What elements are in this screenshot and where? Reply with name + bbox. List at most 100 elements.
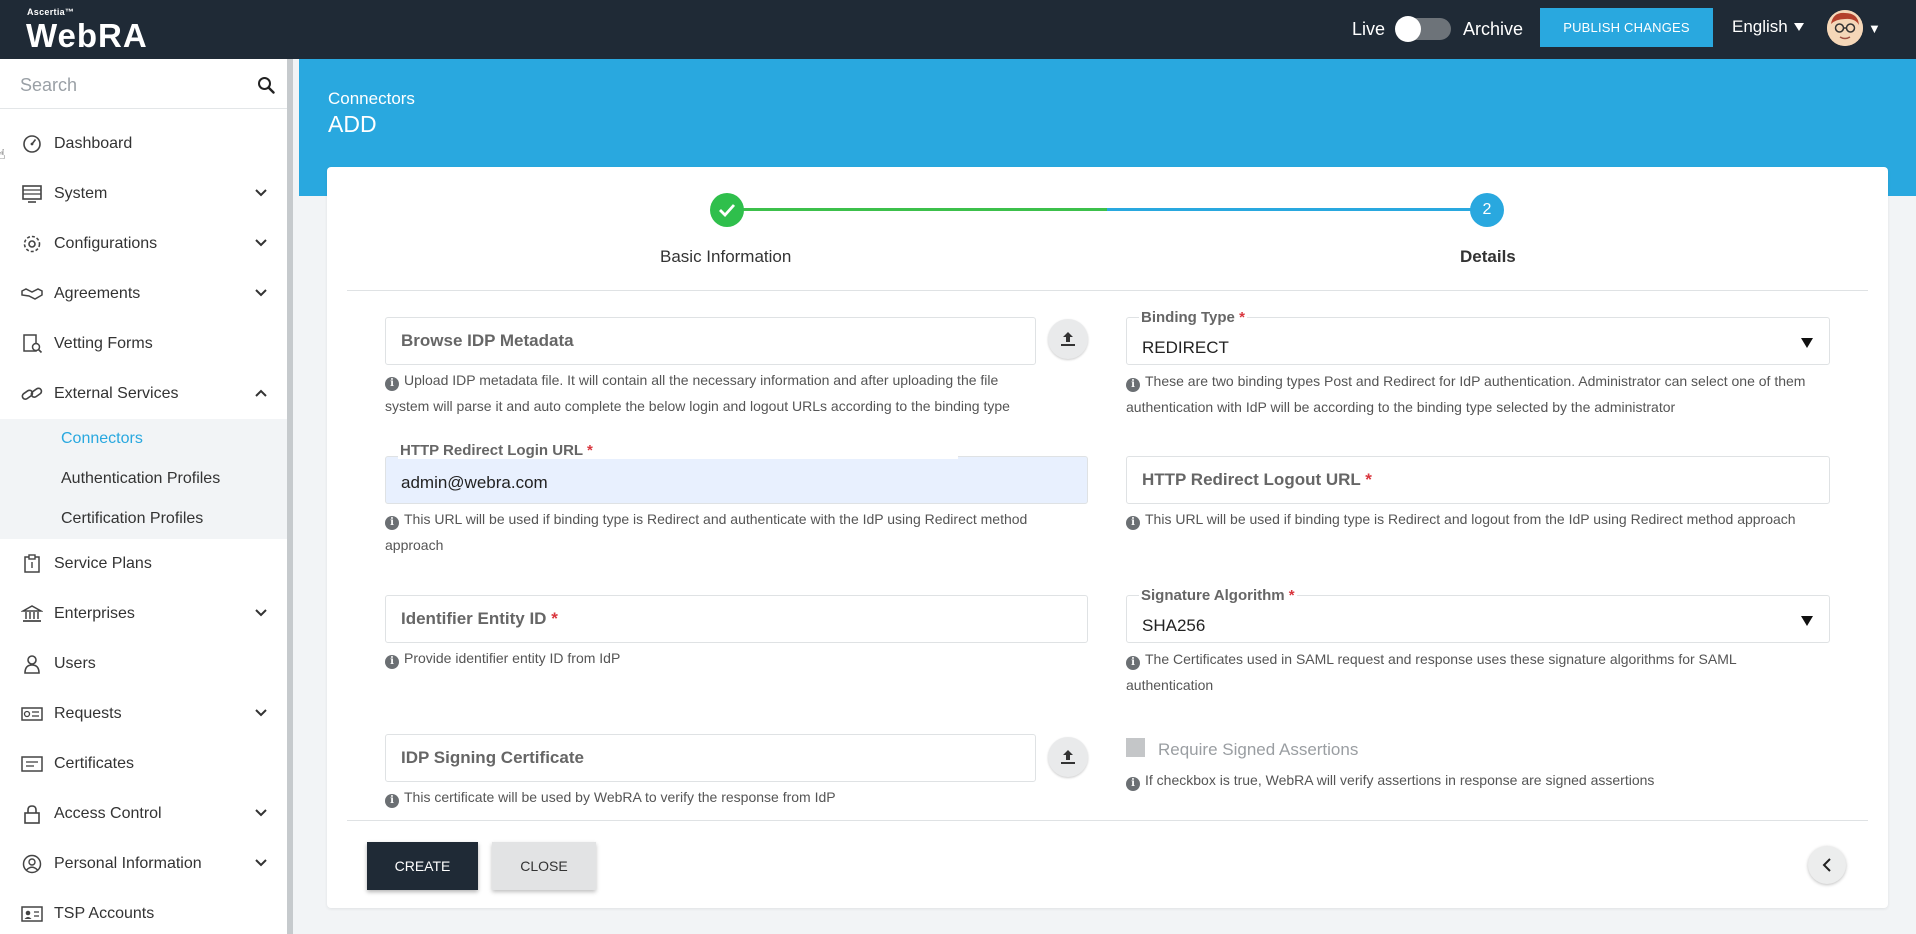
hint-text: This certificate will be used by WebRA t…	[404, 789, 836, 805]
upload-icon	[1061, 332, 1075, 346]
signature-algorithm-hint: i The Certificates used in SAML request a…	[1126, 646, 1826, 698]
binding-type-label-text: Binding Type	[1141, 309, 1235, 326]
required-mark: *	[1239, 309, 1245, 326]
binding-type-hint: i These are two binding types Post and Re…	[1126, 368, 1826, 420]
sidebar-item-external-services[interactable]: External Services	[0, 369, 287, 419]
entity-id-placeholder-text: Identifier Entity ID	[401, 609, 547, 628]
signature-algorithm-label-text: Signature Algorithm	[1141, 587, 1285, 604]
requests-icon	[21, 707, 43, 721]
chevron-up-icon	[255, 389, 267, 397]
logout-url-placeholder: HTTP Redirect Logout URL *	[1142, 470, 1372, 490]
sidebar-item-requests[interactable]: Requests	[0, 689, 287, 739]
search-icon[interactable]	[257, 76, 275, 94]
required-mark: *	[1365, 470, 1372, 489]
footer-divider	[347, 820, 1868, 821]
http-redirect-logout-url-field[interactable]: HTTP Redirect Logout URL *	[1126, 456, 1830, 504]
chevron-down-icon	[255, 609, 267, 617]
service-plan-icon	[24, 554, 40, 573]
sidebar-item-label: Dashboard	[54, 135, 133, 152]
binding-type-label: Binding Type *	[1139, 309, 1247, 326]
sidebar-item-service-plans[interactable]: Service Plans	[0, 539, 287, 589]
collapse-panel-button[interactable]	[1808, 846, 1846, 884]
search-input[interactable]	[20, 71, 250, 99]
checkmark-icon	[719, 204, 736, 217]
sidebar-item-enterprises[interactable]: Enterprises	[0, 589, 287, 639]
gear-icon	[23, 235, 41, 253]
dashboard-icon	[23, 135, 41, 153]
logout-url-hint: i This URL will be used if binding type i…	[1126, 506, 1826, 532]
tsp-icon	[21, 906, 43, 922]
user-avatar[interactable]	[1827, 10, 1863, 46]
chevron-down-icon	[255, 709, 267, 717]
hint-text: These are two binding types Post and Red…	[1126, 373, 1806, 415]
avatar-caret-icon[interactable]: ▼	[1868, 21, 1881, 36]
sidebar-item-label: Access Control	[54, 805, 162, 822]
user-icon	[24, 655, 40, 674]
sidebar-subitem-connectors[interactable]: Connectors	[0, 419, 287, 459]
webra-logo[interactable]: Ascertia™ WebRA	[26, 7, 156, 53]
close-button[interactable]: CLOSE	[492, 842, 596, 890]
info-icon: i	[385, 377, 399, 391]
browse-idp-metadata-placeholder: Browse IDP Metadata	[401, 331, 574, 350]
sidebar-item-access-control[interactable]: Access Control	[0, 789, 287, 839]
language-selector[interactable]: English	[1732, 17, 1804, 37]
chevron-down-icon	[255, 859, 267, 867]
idp-signing-certificate-field[interactable]: IDP Signing Certificate	[385, 734, 1036, 782]
hint-text: Provide identifier entity ID from IdP	[404, 650, 621, 666]
hint-text: Upload IDP metadata file. It will contai…	[385, 372, 1010, 414]
signed-assertions-hint: i If checkbox is true, WebRA will verify …	[1126, 767, 1826, 793]
info-icon: i	[1126, 656, 1140, 670]
sidebar-item-label: Requests	[54, 705, 122, 722]
sidebar-item-certificates[interactable]: Certificates	[0, 739, 287, 789]
upload-metadata-button[interactable]	[1048, 319, 1088, 359]
step-2-current[interactable]: 2	[1470, 193, 1504, 227]
required-mark: *	[551, 609, 558, 628]
sidebar-subitem-certification-profiles[interactable]: Certification Profiles	[0, 499, 287, 539]
publish-changes-button[interactable]: PUBLISH CHANGES	[1540, 8, 1713, 47]
person-icon	[22, 854, 42, 874]
sidebar-item-dashboard[interactable]: Dashboard	[0, 119, 287, 169]
vetting-icon	[23, 334, 43, 354]
info-icon: i	[1126, 516, 1140, 530]
sidebar-nav: Dashboard System Configurations Agreemen…	[0, 119, 287, 934]
create-button[interactable]: CREATE	[367, 842, 478, 890]
sidebar-item-label: External Services	[54, 385, 179, 402]
sidebar-item-agreements[interactable]: Agreements	[0, 269, 287, 319]
chevron-down-icon	[255, 189, 267, 197]
entity-id-placeholder: Identifier Entity ID *	[401, 609, 558, 629]
logo-name: WebRA	[26, 17, 148, 54]
top-bar: Ascertia™ WebRA Live Archive PUBLISH CHA…	[0, 0, 1916, 59]
browse-idp-metadata-field[interactable]: Browse IDP Metadata	[385, 317, 1036, 365]
logout-url-placeholder-text: HTTP Redirect Logout URL	[1142, 470, 1361, 489]
sidebar-item-label: Vetting Forms	[54, 335, 153, 352]
signing-cert-hint: i This certificate will be used by WebRA …	[385, 784, 1035, 810]
sidebar-item-label: TSP Accounts	[54, 905, 155, 922]
sidebar-item-users[interactable]: Users	[0, 639, 287, 689]
bank-icon	[21, 605, 43, 622]
live-label: Live	[1352, 18, 1386, 39]
sidebar-item-personal-information[interactable]: Personal Information	[0, 839, 287, 889]
live-archive-switch[interactable]	[1395, 16, 1452, 42]
require-signed-assertions-label[interactable]: Require Signed Assertions	[1158, 740, 1358, 760]
upload-icon	[1061, 750, 1075, 764]
sidebar-item-label: Users	[54, 655, 96, 672]
identifier-entity-id-field[interactable]: Identifier Entity ID *	[385, 595, 1088, 643]
step-1-label: Basic Information	[660, 247, 792, 266]
sidebar-item-configurations[interactable]: Configurations	[0, 219, 287, 269]
sidebar-item-vetting-forms[interactable]: Vetting Forms	[0, 319, 287, 369]
login-url-value: admin@webra.com	[401, 473, 548, 492]
breadcrumb[interactable]: Connectors	[328, 89, 415, 109]
sidebar-item-tsp-accounts[interactable]: TSP Accounts	[0, 889, 287, 934]
require-signed-assertions-checkbox[interactable]	[1126, 738, 1145, 757]
http-redirect-login-url-field[interactable]: admin@webra.com	[385, 456, 1088, 504]
browse-idp-metadata-hint: i Upload IDP metadata file. It will conta…	[385, 367, 1035, 439]
info-icon: i	[385, 655, 399, 669]
sidebar-subitem-authentication-profiles[interactable]: Authentication Profiles	[0, 459, 287, 499]
sidebar-search	[0, 59, 287, 109]
upload-certificate-button[interactable]	[1048, 737, 1088, 777]
select-caret-icon	[1801, 338, 1813, 348]
external-services-submenu: Connectors Authentication Profiles Certi…	[0, 419, 287, 539]
chevron-down-icon	[255, 289, 267, 297]
sidebar-item-system[interactable]: System	[0, 169, 287, 219]
step-1-complete[interactable]	[710, 193, 744, 227]
